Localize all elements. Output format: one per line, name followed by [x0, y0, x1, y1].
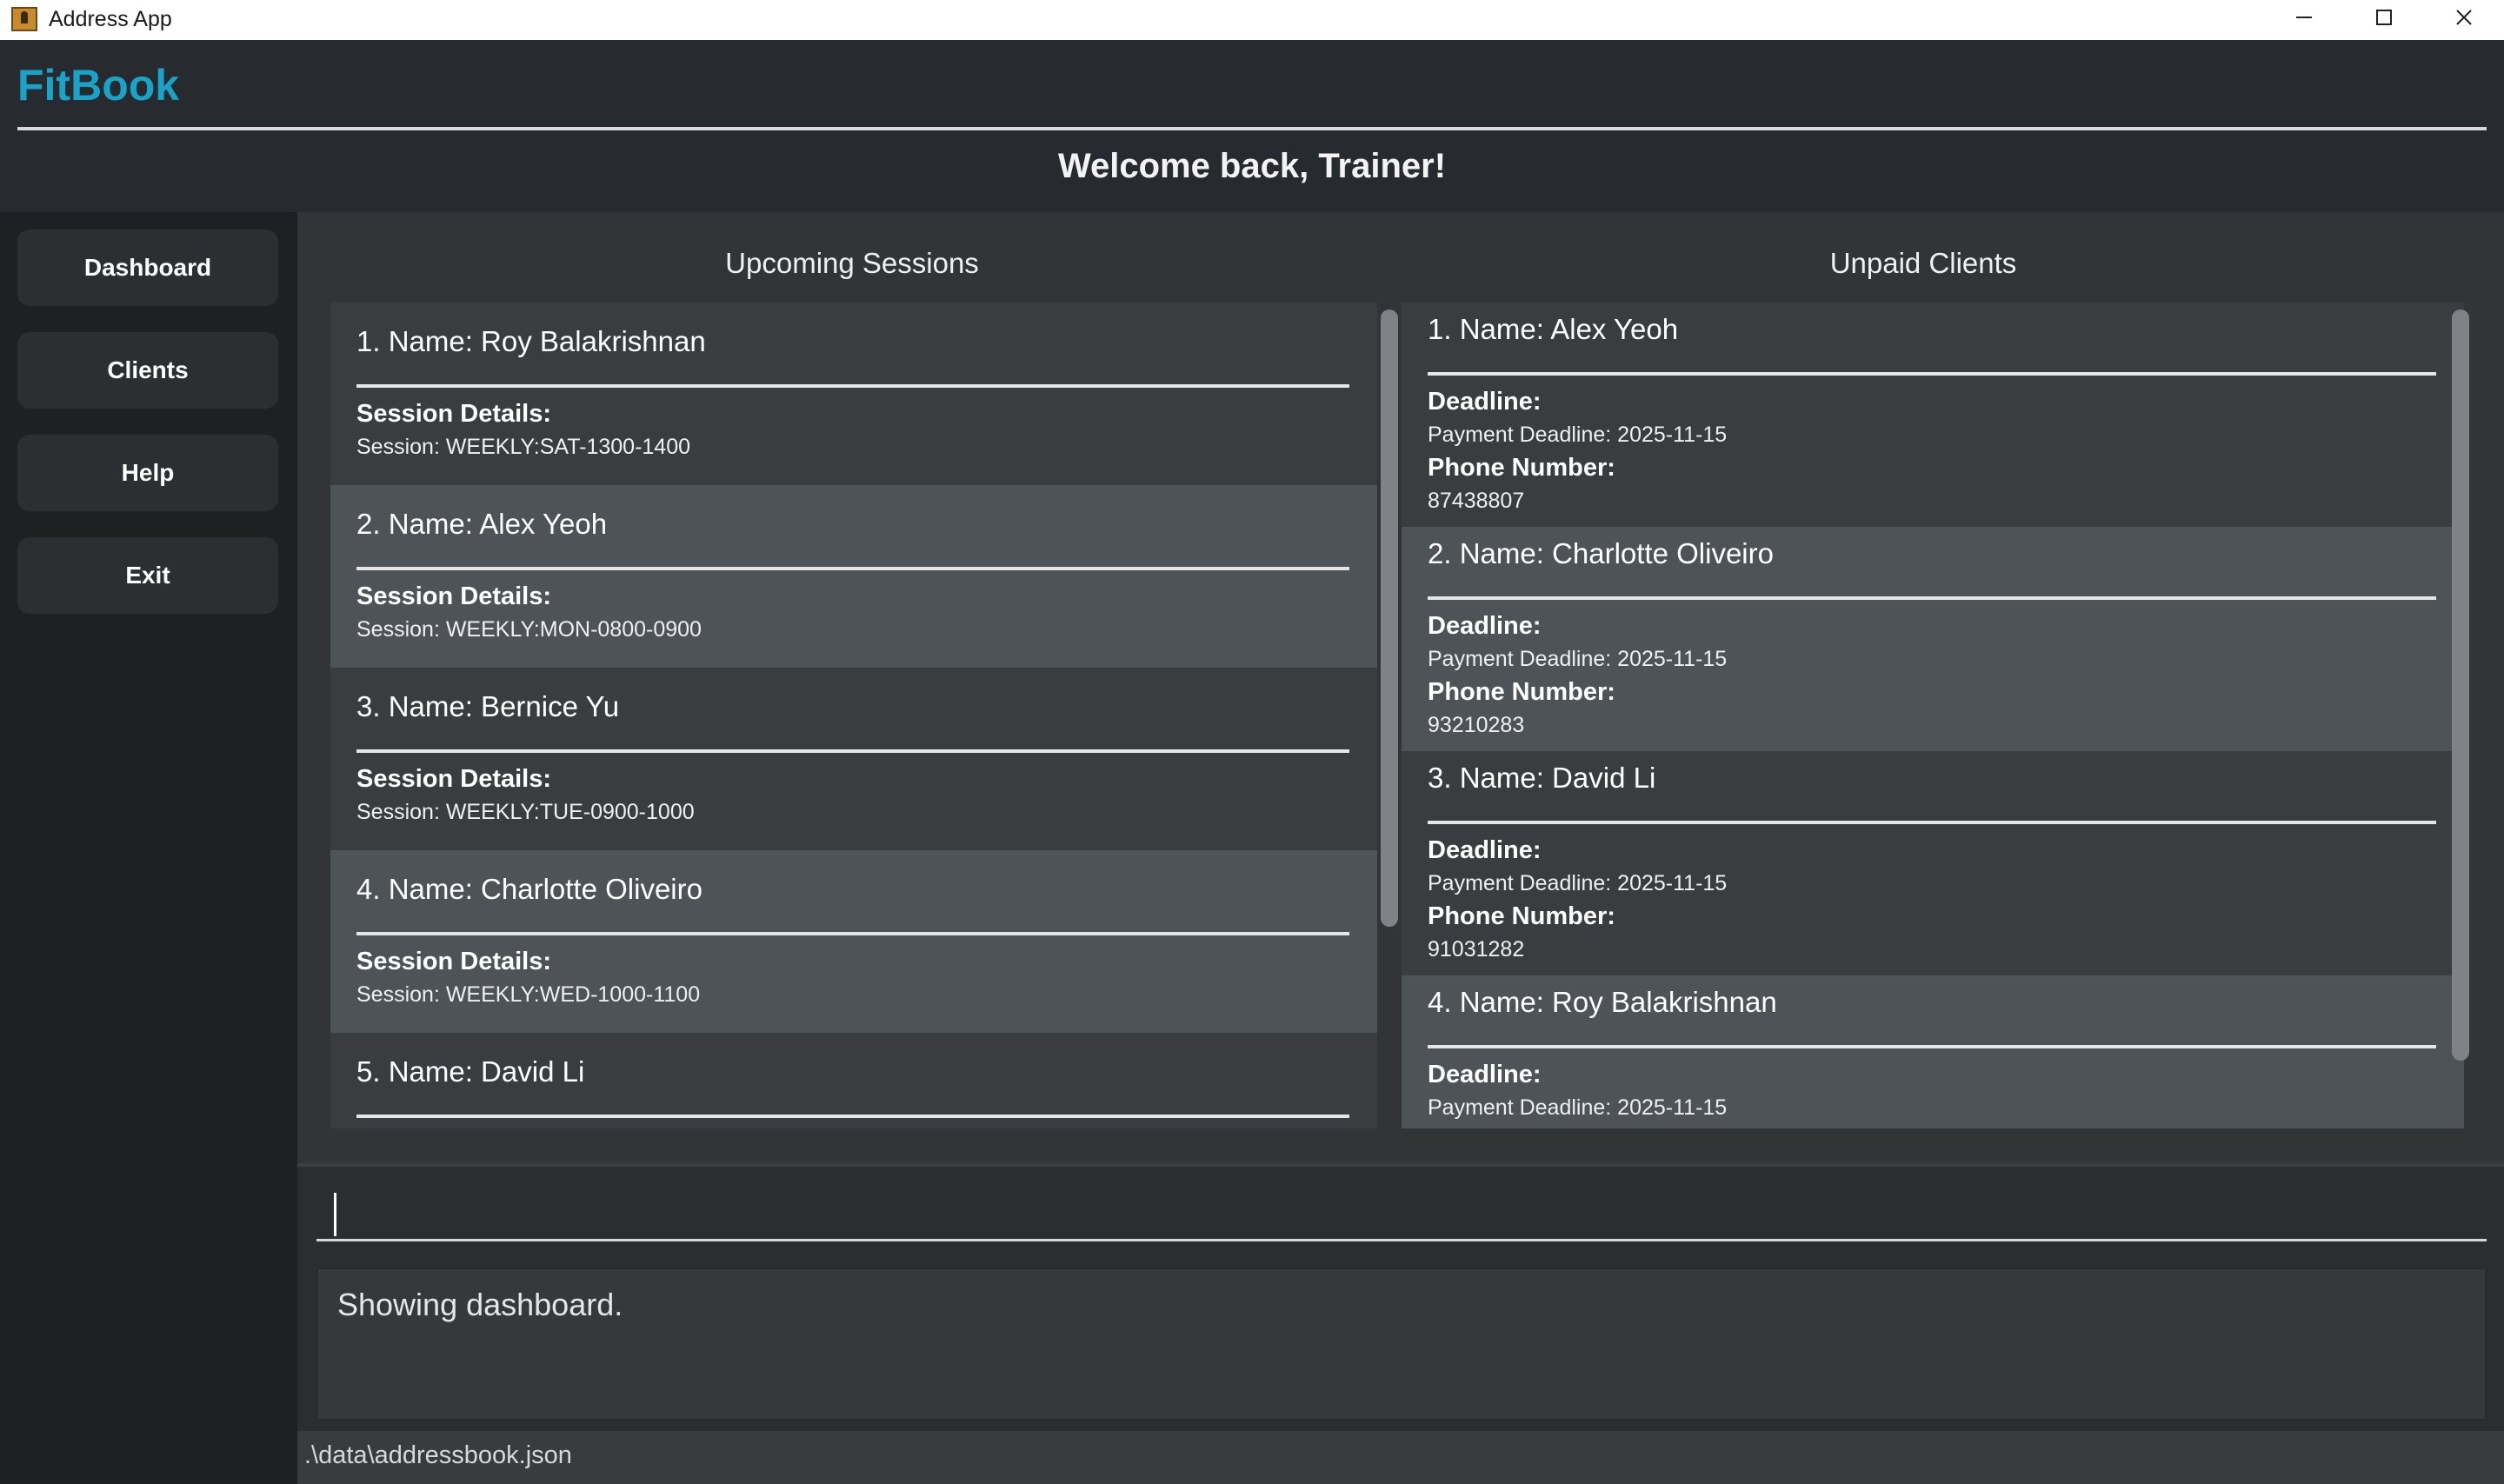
unpaid-scrollbar[interactable] [2452, 309, 2469, 1061]
card-divider [356, 384, 1349, 388]
result-message: Showing dashboard. [337, 1287, 623, 1322]
session-client-name: 1. Name: Roy Balakrishnan [356, 325, 706, 357]
unpaid-clients-title: Unpaid Clients [1829, 247, 2017, 279]
deadline-label: Deadline: [1428, 1061, 1542, 1088]
brand-logo: FitBook [17, 61, 180, 110]
result-display-area: Showing dashboard. [297, 1261, 2504, 1431]
unpaid-client-card[interactable]: 4. Name: Roy Balakrishnan Deadline: Paym… [1402, 975, 2464, 1128]
window-title-bar: Address App [0, 0, 2504, 40]
unpaid-clients-list[interactable]: 1. Name: Alex Yeoh Deadline: Payment Dea… [1402, 303, 2464, 1128]
text-caret [334, 1193, 336, 1236]
exit-button[interactable]: Exit [17, 537, 278, 614]
window-title: Address App [49, 7, 172, 31]
maximize-icon [2376, 10, 2392, 25]
sessions-scrollbar[interactable] [1381, 309, 1398, 927]
deadline-label: Deadline: [1428, 836, 1542, 864]
command-box [297, 1163, 2504, 1261]
payment-deadline: Payment Deadline: 2025-11-15 [1428, 647, 1728, 671]
minimize-icon [2296, 17, 2312, 18]
session-details-label: Session Details: [356, 400, 552, 428]
help-button[interactable]: Help [17, 435, 278, 511]
app-header: FitBook Welcome back, Trainer! [0, 40, 2504, 212]
card-divider [356, 567, 1349, 570]
app-icon [11, 7, 37, 31]
session-details-label: Session Details: [356, 948, 552, 975]
card-divider [1428, 821, 2436, 824]
unpaid-client-card[interactable]: 1. Name: Alex Yeoh Deadline: Payment Dea… [1402, 303, 2464, 527]
phone-number: 87438807 [1428, 489, 1525, 513]
command-input[interactable] [316, 1184, 2487, 1241]
header-divider [17, 127, 2487, 130]
phone-label: Phone Number: [1428, 902, 1615, 930]
save-location: .\data\addressbook.json [304, 1441, 572, 1469]
phone-label: Phone Number: [1428, 454, 1615, 482]
session-client-name: 4. Name: Charlotte Oliveiro [356, 873, 703, 905]
close-button[interactable] [2424, 0, 2504, 35]
phone-number: 91031282 [1428, 937, 1525, 962]
sidebar: Dashboard Clients Help Exit [0, 212, 297, 1484]
card-divider [356, 932, 1349, 935]
upcoming-sessions-list[interactable]: 1. Name: Roy Balakrishnan Session Detail… [330, 303, 1377, 1128]
status-bar: .\data\addressbook.json [297, 1431, 2504, 1484]
minimize-button[interactable] [2264, 0, 2344, 35]
unpaid-client-name: 4. Name: Roy Balakrishnan [1428, 986, 1777, 1018]
card-divider [1428, 596, 2436, 600]
deadline-label: Deadline: [1428, 388, 1542, 416]
phone-label: Phone Number: [1428, 678, 1615, 706]
payment-deadline: Payment Deadline: 2025-11-15 [1428, 1095, 1728, 1120]
session-card[interactable]: 1. Name: Roy Balakrishnan Session Detail… [330, 303, 1377, 485]
session-details-value: Session: WEEKLY:MON-0800-0900 [356, 617, 702, 642]
unpaid-client-name: 2. Name: Charlotte Oliveiro [1428, 537, 1774, 569]
unpaid-client-card[interactable]: 3. Name: David Li Deadline: Payment Dead… [1402, 751, 2464, 975]
upcoming-sessions-title: Upcoming Sessions [725, 247, 979, 279]
close-icon [2456, 10, 2472, 25]
dashboard-button[interactable]: Dashboard [17, 230, 278, 306]
welcome-message: Welcome back, Trainer! [1057, 147, 1447, 185]
phone-number: 93210283 [1428, 713, 1525, 737]
card-divider [1428, 1045, 2436, 1048]
session-client-name: 2. Name: Alex Yeoh [356, 508, 608, 540]
unpaid-client-name: 3. Name: David Li [1428, 762, 1656, 794]
card-divider [356, 1115, 1349, 1118]
result-display[interactable]: Showing dashboard. [316, 1268, 2487, 1421]
payment-deadline: Payment Deadline: 2025-11-15 [1428, 423, 1728, 447]
session-details-label: Session Details: [356, 582, 552, 610]
clients-button[interactable]: Clients [17, 332, 278, 409]
card-divider [1428, 372, 2436, 376]
session-card[interactable]: 3. Name: Bernice Yu Session Details: Ses… [330, 668, 1377, 850]
session-card[interactable]: 4. Name: Charlotte Oliveiro Session Deta… [330, 850, 1377, 1033]
session-details-value: Session: WEEKLY:TUE-0900-1000 [356, 800, 695, 824]
session-details-value: Session: WEEKLY:SAT-1300-1400 [356, 435, 691, 459]
session-card[interactable]: 5. Name: David Li [330, 1033, 1377, 1128]
payment-deadline: Payment Deadline: 2025-11-15 [1428, 871, 1728, 895]
session-details-value: Session: WEEKLY:WED-1000-1100 [356, 982, 701, 1007]
session-details-label: Session Details: [356, 765, 552, 793]
unpaid-client-card[interactable]: 2. Name: Charlotte Oliveiro Deadline: Pa… [1402, 527, 2464, 751]
deadline-label: Deadline: [1428, 612, 1542, 640]
session-card[interactable]: 2. Name: Alex Yeoh Session Details: Sess… [330, 485, 1377, 668]
unpaid-client-name: 1. Name: Alex Yeoh [1428, 313, 1679, 345]
card-divider [356, 749, 1349, 753]
session-client-name: 5. Name: David Li [356, 1055, 585, 1088]
session-client-name: 3. Name: Bernice Yu [356, 690, 620, 722]
maximize-button[interactable] [2344, 0, 2424, 35]
dashboard-panel: Upcoming Sessions 1. Name: Roy Balakrish… [297, 212, 2504, 1163]
